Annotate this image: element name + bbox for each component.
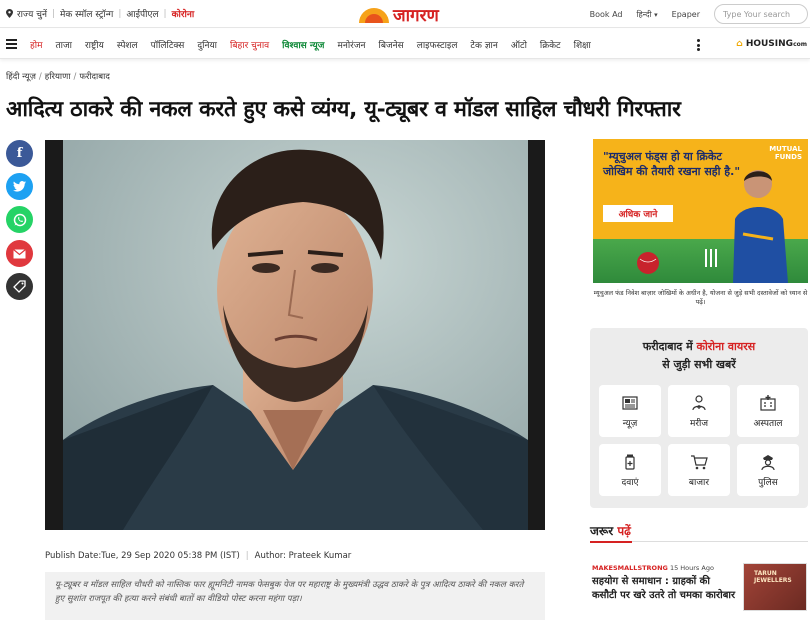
- hamburger-menu-icon[interactable]: [6, 39, 17, 49]
- breadcrumb-faridabad[interactable]: फरीदाबाद: [79, 72, 110, 82]
- must-read-divider: [590, 541, 808, 543]
- book-ad-link[interactable]: Book Ad: [590, 10, 623, 19]
- story-title-link[interactable]: सहयोग से समाधान : ग्राहकों की कसौटी पर ख…: [592, 575, 737, 603]
- nav-item-lifestyle[interactable]: लाइफस्टाइल: [417, 38, 458, 51]
- housing-sponsor-logo[interactable]: ⌂ HOUSINGcom: [736, 39, 807, 49]
- housing-logo-icon: ⌂: [736, 39, 743, 49]
- newspaper-icon: [622, 395, 638, 410]
- location-pin-icon: [6, 9, 13, 18]
- portrait-illustration: [63, 140, 528, 530]
- nav-item-tech[interactable]: टेक ज्ञान: [470, 38, 497, 51]
- must-read-heading: जरूर पढ़ें: [590, 524, 631, 538]
- story-meta: MAKESMALLSTRONG 15 Hours Ago: [592, 564, 714, 572]
- twitter-share-button[interactable]: [6, 173, 33, 200]
- facebook-icon: f: [16, 146, 23, 161]
- top-bar: राज्य चुनें | मेक स्मॉल स्ट्रॉन्ग | आईपी…: [0, 0, 810, 28]
- tag-icon: [13, 280, 26, 293]
- facebook-share-button[interactable]: f: [6, 140, 33, 167]
- nav-item-home[interactable]: होम: [30, 38, 43, 51]
- hero-photo: [63, 140, 528, 530]
- top-links: राज्य चुनें | मेक स्मॉल स्ट्रॉन्ग | आईपी…: [6, 7, 194, 20]
- nav-item-world[interactable]: दुनिया: [197, 38, 217, 51]
- nav-item-vishvas-news[interactable]: विश्वास न्यूज: [282, 38, 324, 51]
- tile-news[interactable]: न्यूज़: [599, 385, 661, 437]
- nav-items: होम ताजा राष्ट्रीय स्पेशल पॉलिटिक्स दुनि…: [30, 38, 604, 51]
- widget-title: फरीदाबाद में कोरोना वायरस से जुड़ी सभी ख…: [642, 340, 756, 371]
- author-name[interactable]: Author: Prateek Kumar: [255, 551, 352, 561]
- nav-item-national[interactable]: राष्ट्रीय: [85, 38, 104, 51]
- language-select[interactable]: हिन्दी ▾: [636, 9, 657, 20]
- nav-item-bihar-election[interactable]: बिहार चुनाव: [230, 38, 269, 51]
- breadcrumb: हिंदी न्यूज़ / हरियाणा / फरीदाबाद: [6, 72, 110, 82]
- nav-item-education[interactable]: शिक्षा: [574, 38, 591, 51]
- search-placeholder: Type Your search: [723, 9, 791, 19]
- mail-share-button[interactable]: [6, 240, 33, 267]
- nav-item-special[interactable]: स्पेशल: [117, 38, 138, 51]
- nav-item-politics[interactable]: पॉलिटिक्स: [151, 38, 185, 51]
- article-summary: यू-ट्यूबर व मॉडल साहिल चौधरी को नास्तिक …: [45, 572, 545, 620]
- breadcrumb-haryana[interactable]: हरियाणा: [45, 72, 71, 82]
- search-input[interactable]: Type Your search: [714, 4, 808, 24]
- jagran-logo[interactable]: जागरण: [357, 3, 439, 26]
- ad-disclaimer: म्यूचुअल फंड निवेश बाज़ार जोखिमों के अधी…: [593, 283, 808, 317]
- nav-item-latest[interactable]: ताजा: [56, 38, 72, 51]
- state-select-link[interactable]: राज्य चुनें: [17, 7, 47, 20]
- corona-link[interactable]: कोरोना: [172, 7, 195, 20]
- more-menu-icon[interactable]: [697, 39, 700, 53]
- police-icon: [761, 454, 775, 470]
- tile-hospital[interactable]: अस्पताल: [737, 385, 799, 437]
- twitter-icon: [13, 181, 26, 192]
- whatsapp-share-button[interactable]: [6, 206, 33, 233]
- nav-item-entertainment[interactable]: मनोरंजन: [337, 38, 365, 51]
- tile-market[interactable]: बाजार: [668, 444, 730, 496]
- tile-patients[interactable]: मरीज: [668, 385, 730, 437]
- corona-news-widget: फरीदाबाद में कोरोना वायरस से जुड़ी सभी ख…: [590, 328, 808, 508]
- mail-icon: [13, 248, 26, 258]
- hospital-icon: [760, 394, 776, 411]
- tile-medicines[interactable]: दवाएं: [599, 444, 661, 496]
- nav-item-auto[interactable]: ऑटो: [511, 38, 527, 51]
- article-hero-image: [45, 140, 545, 530]
- medicine-icon: [625, 454, 635, 470]
- whatsapp-icon: [13, 213, 26, 226]
- mutual-fund-ad[interactable]: "म्यूचुअल फंड्स हो या क्रिकेट जोखिम की त…: [593, 139, 808, 317]
- tile-police[interactable]: पुलिस: [737, 444, 799, 496]
- nav-item-cricket[interactable]: क्रिकेट: [540, 38, 561, 51]
- patient-icon: [692, 394, 706, 410]
- chevron-down-icon: ▾: [654, 10, 658, 19]
- tag-share-button[interactable]: [6, 273, 33, 300]
- top-right: Book Ad हिन्दी ▾ Epaper Type Your search: [590, 4, 810, 24]
- ipl-link[interactable]: आईपीएल: [126, 7, 158, 20]
- sun-logo-icon: [359, 7, 389, 23]
- shopping-cart-icon: [691, 454, 708, 469]
- publish-date: Publish Date:Tue, 29 Sep 2020 05:38 PM (…: [45, 551, 240, 561]
- story-thumbnail[interactable]: TARUN JEWELLERS: [743, 563, 807, 611]
- main-nav: होम ताजा राष्ट्रीय स्पेशल पॉलिटिक्स दुनि…: [0, 29, 810, 59]
- breadcrumb-hindi-news[interactable]: हिंदी न्यूज़: [6, 72, 36, 82]
- nav-item-business[interactable]: बिजनेस: [379, 38, 404, 51]
- article-title: आदित्य ठाकरे की नकल करते हुए कसे व्यंग्य…: [6, 97, 681, 122]
- epaper-link[interactable]: Epaper: [672, 10, 700, 19]
- logo-text: जागरण: [393, 5, 439, 26]
- article-byline: Publish Date:Tue, 29 Sep 2020 05:38 PM (…: [45, 551, 352, 561]
- make-small-strong-link[interactable]: मेक स्मॉल स्ट्रॉन्ग: [60, 7, 113, 20]
